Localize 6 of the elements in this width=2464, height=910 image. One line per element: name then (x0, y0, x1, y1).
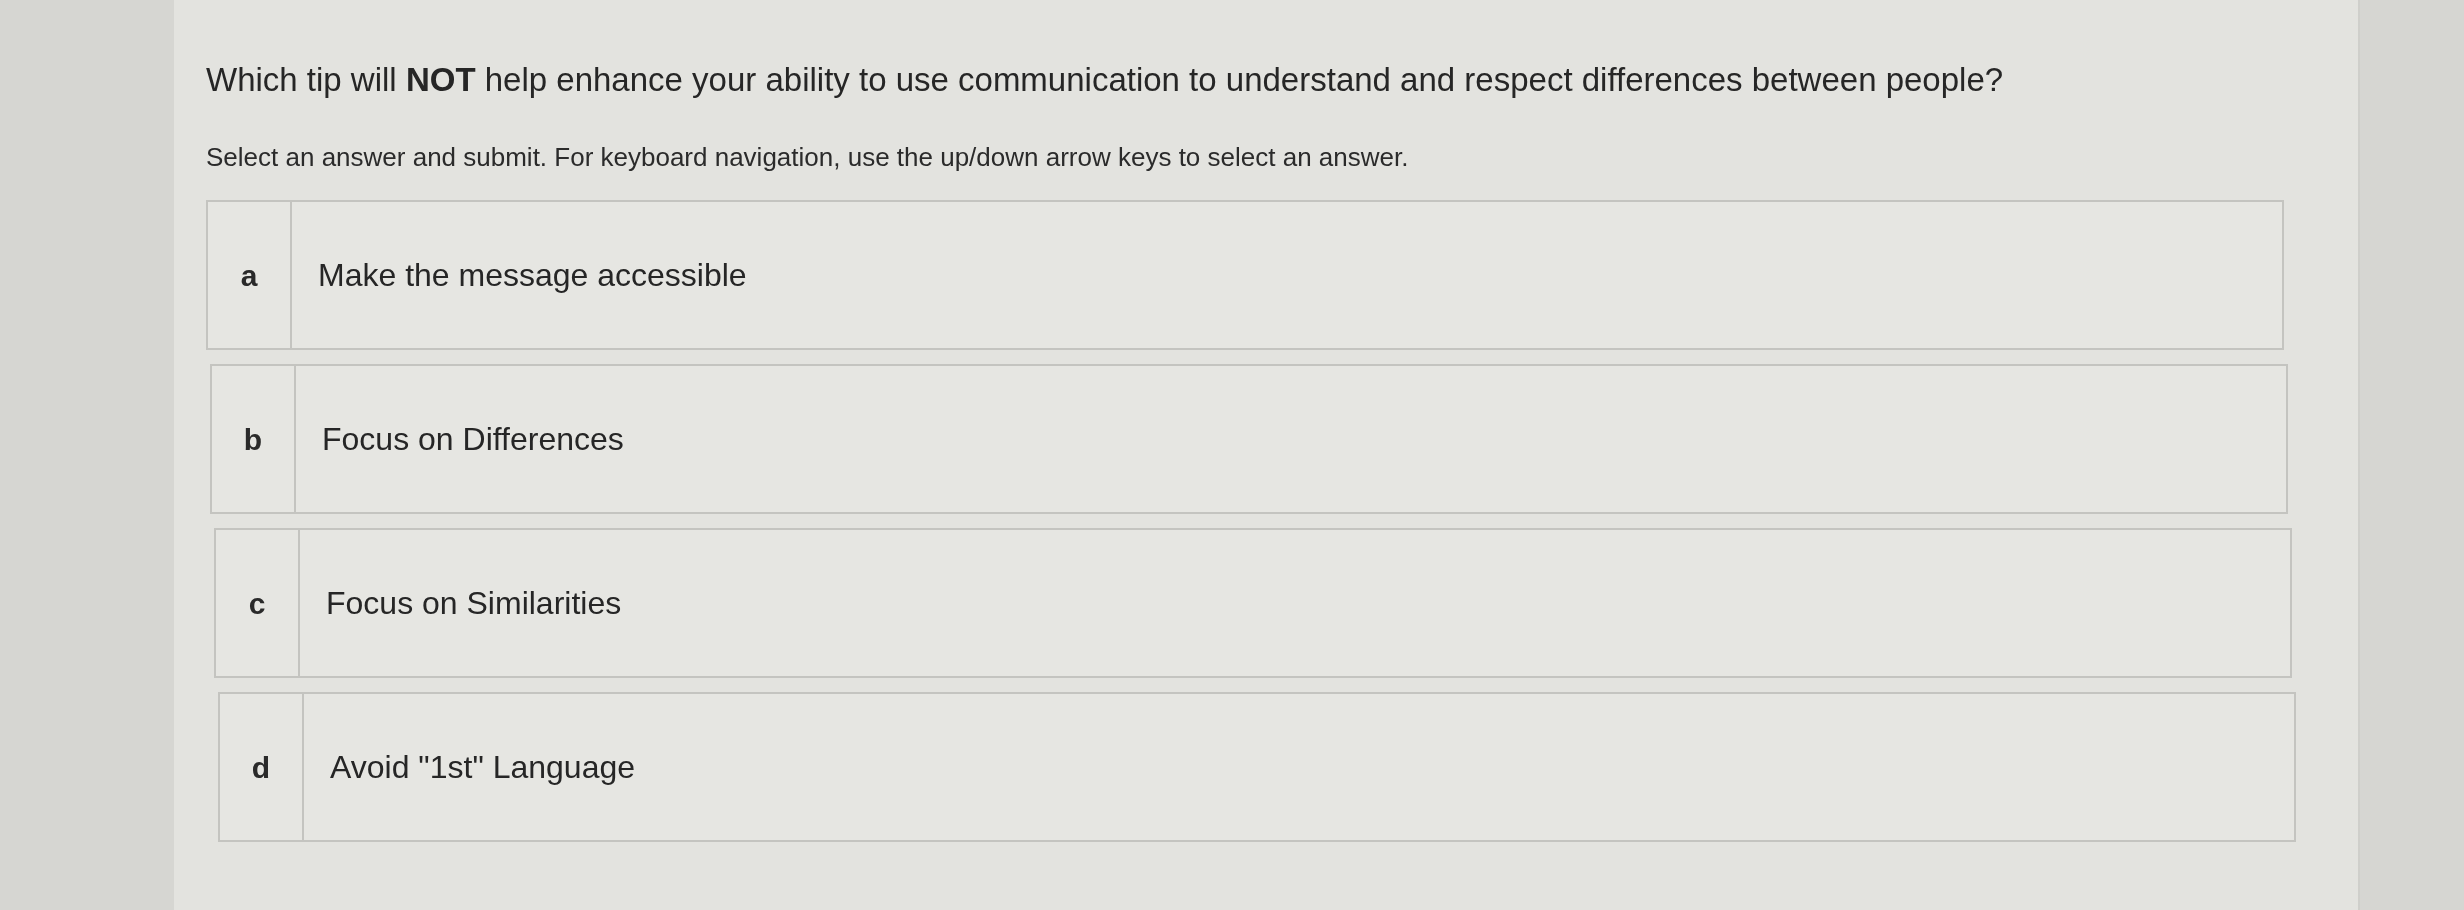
answer-option[interactable]: b Focus on Differences (210, 364, 2288, 514)
instruction-text: Select an answer and submit. For keyboard navigation, use the up/down arrow keys to select an answer. (206, 141, 1410, 174)
answer-option[interactable]: c Focus on Similarities (214, 528, 2292, 678)
answer-option[interactable]: a Make the message accessible (206, 200, 2284, 350)
answer-option[interactable]: d Avoid "1st" Language (218, 692, 2296, 842)
question-text: Which tip will NOT help enhance your ability to use communication to understand and respect differences between people? (206, 60, 2005, 100)
